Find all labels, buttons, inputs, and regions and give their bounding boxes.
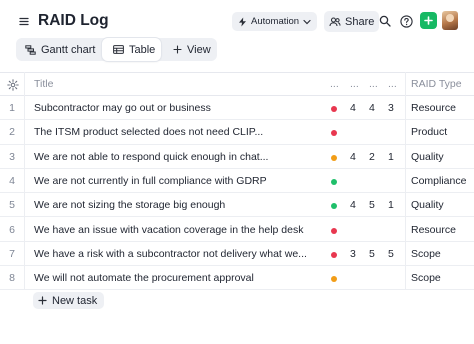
share-button[interactable]: Share xyxy=(324,11,380,32)
row-raid-type: Resource xyxy=(411,223,456,236)
row-number: 5 xyxy=(9,199,15,212)
tab-table[interactable]: Table xyxy=(102,38,161,61)
row-value-c: 5 xyxy=(388,247,394,260)
row-title[interactable]: We have a risk with a subcontractor not … xyxy=(34,248,307,261)
new-task-label: New task xyxy=(52,294,98,307)
status-dot xyxy=(331,106,337,112)
settings-button[interactable] xyxy=(7,78,19,96)
row-value-c: 3 xyxy=(388,102,394,114)
row-title[interactable]: We have an issue with vacation coverage … xyxy=(34,224,303,237)
table-row[interactable]: 3 We are not able to respond quick enoug… xyxy=(0,145,474,169)
row-number: 1 xyxy=(9,102,15,114)
automation-button[interactable]: Automation xyxy=(232,12,318,31)
column-b[interactable]: ... xyxy=(369,78,378,90)
row-title[interactable]: We are not currently in full compliance … xyxy=(34,175,267,188)
status-dot xyxy=(331,251,337,258)
plus-icon xyxy=(173,45,182,54)
tab-add-view[interactable]: View xyxy=(173,38,211,61)
view-tabs: Gantt chart Table View xyxy=(16,38,217,61)
row-number: 2 xyxy=(9,126,15,139)
table-row[interactable]: 2 The ITSM product selected does not nee… xyxy=(0,120,474,145)
row-title[interactable]: We will not automate the procurement app… xyxy=(34,272,254,285)
gear-icon xyxy=(7,79,19,91)
row-raid-type: Quality xyxy=(411,199,444,212)
table-row[interactable]: 4 We are not currently in full complianc… xyxy=(0,169,474,194)
row-value-a: 4 xyxy=(350,102,356,114)
row-value-c: 1 xyxy=(388,199,394,212)
plus-icon xyxy=(424,16,433,25)
row-number: 6 xyxy=(9,223,15,236)
status-dot xyxy=(331,276,337,283)
automation-label: Automation xyxy=(251,16,300,27)
plus-icon xyxy=(38,296,47,305)
row-title[interactable]: We are not able to respond quick enough … xyxy=(34,151,268,164)
table-icon xyxy=(113,45,124,54)
table-row[interactable]: 6 We have an issue with vacation coverag… xyxy=(0,218,474,242)
row-value-b: 2 xyxy=(369,150,375,163)
row-number: 7 xyxy=(9,247,15,260)
row-number: 8 xyxy=(9,272,15,285)
tab-label: View xyxy=(187,43,211,56)
column-a[interactable]: ... xyxy=(350,78,359,90)
status-dot xyxy=(331,227,337,234)
chevron-down-icon xyxy=(303,19,311,24)
row-title[interactable]: Subcontractor may go out or business xyxy=(34,102,211,115)
row-value-b: 5 xyxy=(369,247,375,260)
row-title[interactable]: The ITSM product selected does not need … xyxy=(34,126,263,139)
status-dot xyxy=(331,154,337,161)
status-dot xyxy=(331,130,337,137)
row-raid-type: Resource xyxy=(411,102,456,114)
table-row[interactable]: 7 We have a risk with a subcontractor no… xyxy=(0,242,474,267)
search-button[interactable] xyxy=(376,12,394,30)
app-header: RAID Log Automation Share xyxy=(0,0,474,42)
bolt-icon xyxy=(239,17,246,26)
row-raid-type: Compliance xyxy=(411,174,467,187)
new-task-button[interactable]: New task xyxy=(33,292,105,309)
column-divider xyxy=(24,72,25,290)
column-raid-type[interactable]: RAID Type xyxy=(411,78,462,90)
row-value-a: 4 xyxy=(350,199,356,212)
hamburger-icon xyxy=(19,17,29,25)
avatar[interactable] xyxy=(442,11,458,30)
status-dot xyxy=(331,203,337,210)
row-raid-type: Product xyxy=(411,126,448,139)
status-dot xyxy=(331,178,337,185)
row-value-b: 4 xyxy=(369,102,375,114)
row-title[interactable]: We are not sizing the storage big enough xyxy=(34,199,225,212)
tab-gantt-chart[interactable]: Gantt chart xyxy=(25,38,95,61)
row-value-a: 3 xyxy=(350,247,356,260)
menu-button[interactable] xyxy=(14,11,34,31)
gantt-icon xyxy=(25,44,36,55)
help-icon xyxy=(399,14,413,28)
column-title[interactable]: Title xyxy=(34,78,53,90)
page-title: RAID Log xyxy=(38,12,109,29)
row-value-b: 5 xyxy=(369,199,375,212)
share-label: Share xyxy=(345,15,375,28)
row-number: 4 xyxy=(9,174,15,187)
help-button[interactable] xyxy=(397,12,415,30)
column-divider xyxy=(405,72,406,290)
row-value-c: 1 xyxy=(388,150,394,163)
row-raid-type: Scope xyxy=(411,247,441,260)
row-value-a: 4 xyxy=(350,150,356,163)
people-icon xyxy=(329,16,341,26)
table-header: Title ... ... ... ... RAID Type xyxy=(0,72,474,96)
table-row[interactable]: 1 Subcontractor may go out or business 4… xyxy=(0,96,474,121)
row-number: 3 xyxy=(9,150,15,163)
table-row[interactable]: 8 We will not automate the procurement a… xyxy=(0,266,474,291)
tab-label: Table xyxy=(129,43,156,56)
row-raid-type: Quality xyxy=(411,150,444,163)
add-button[interactable] xyxy=(420,12,437,29)
search-icon xyxy=(379,15,391,27)
column-c[interactable]: ... xyxy=(388,78,397,90)
row-raid-type: Scope xyxy=(411,272,441,285)
tab-label: Gantt chart xyxy=(41,43,96,56)
table-row[interactable]: 5 We are not sizing the storage big enou… xyxy=(0,193,474,218)
column-status[interactable]: ... xyxy=(330,78,339,90)
